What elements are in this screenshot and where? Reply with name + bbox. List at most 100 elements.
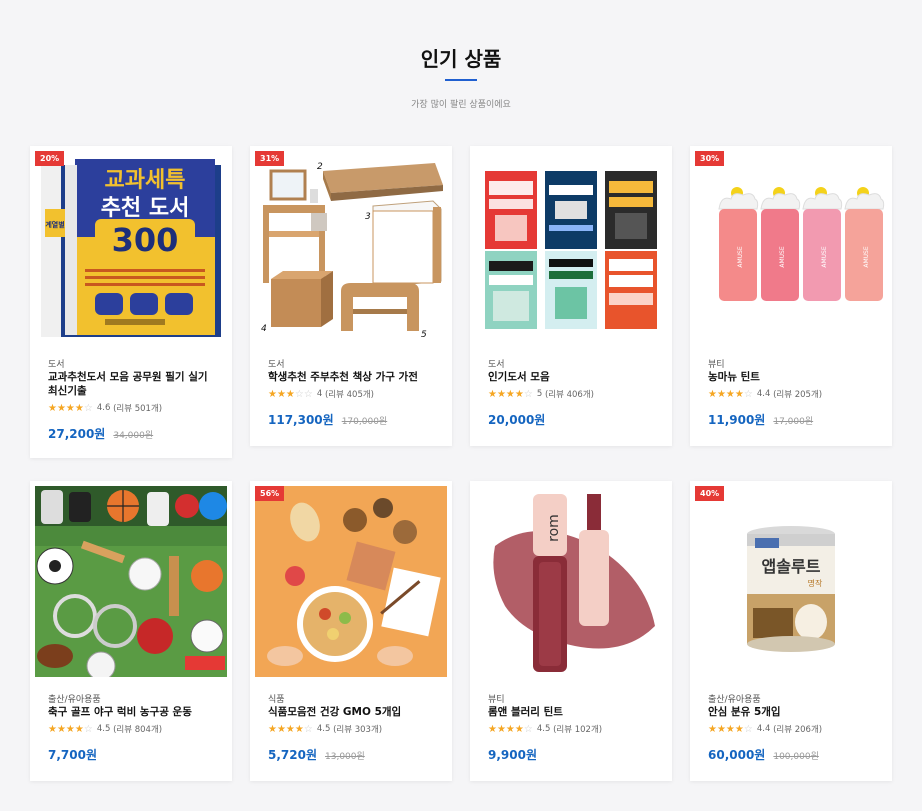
review-count: (리뷰 303개) <box>333 725 383 735</box>
product-price: 27,200원 34,000원 <box>48 425 153 442</box>
star-rating-icon: ★★★★☆ <box>488 723 533 735</box>
furniture-set-image: 2 3 4 5 <box>255 151 447 342</box>
product-price: 20,000원 <box>488 411 545 428</box>
rating-value: 4.5 <box>96 724 111 734</box>
svg-text:계열별: 계열별 <box>45 220 64 229</box>
product-rating: ★★★★☆ 4.5 (리뷰 102개) <box>488 723 603 736</box>
discount-badge: 31% <box>255 151 285 166</box>
title-underline <box>445 79 477 81</box>
rating-value: 4.4 <box>756 389 771 399</box>
product-category: 출산/유아용품 <box>708 695 761 705</box>
original-price: 13,000원 <box>325 752 365 762</box>
svg-text:추천 도서: 추천 도서 <box>101 196 190 221</box>
review-count: (리뷰 406개) <box>544 390 594 400</box>
svg-text:명작: 명작 <box>808 578 823 588</box>
product-rating: ★★★★☆ 4.4 (리뷰 206개) <box>708 723 823 736</box>
sale-price: 11,900원 <box>708 413 766 427</box>
discount-badge: 56% <box>255 486 285 501</box>
book-collection-image <box>475 151 667 342</box>
sale-price: 60,000원 <box>708 748 766 762</box>
product-card[interactable]: 도서 인기도서 모음 ★★★★☆ 5 (리뷰 406개) 20,000원 <box>470 146 672 446</box>
product-category: 출산/유아용품 <box>48 695 101 705</box>
product-name[interactable]: 농마뉴 틴트 <box>708 370 878 384</box>
svg-text:5: 5 <box>421 330 427 340</box>
textbook-cover-image: 교과세특 추천 도서 300 계열별 <box>35 151 227 342</box>
product-name[interactable]: 롬앤 블러리 틴트 <box>488 705 658 719</box>
review-count: (리뷰 102개) <box>553 725 603 735</box>
section-title: 인기 상품 <box>420 47 502 71</box>
product-price: 11,900원 17,000원 <box>708 411 813 428</box>
original-price: 100,000원 <box>773 752 819 762</box>
star-rating-icon: ★★★☆☆ <box>268 388 313 400</box>
product-category: 식품 <box>268 695 285 705</box>
svg-text:앱솔루트: 앱솔루트 <box>762 557 821 576</box>
product-price: 7,700원 <box>48 746 97 763</box>
original-price: 17,000원 <box>773 417 814 427</box>
rating-value: 4.6 <box>96 403 111 413</box>
product-category: 도서 <box>488 360 505 370</box>
svg-text:AMUSE: AMUSE <box>863 246 870 267</box>
original-price: 170,000원 <box>341 417 388 427</box>
original-price: 34,000원 <box>113 431 154 441</box>
sale-price: 9,900원 <box>488 748 537 762</box>
product-category: 뷰티 <box>488 695 505 705</box>
product-card[interactable]: AMUSE AMUSE AMUSE AMUSE 30% 뷰티 농마뉴 틴트 ★★… <box>690 146 892 446</box>
lip-tint-image: rom <box>475 486 667 677</box>
svg-text:AMUSE: AMUSE <box>737 246 744 267</box>
product-category: 도서 <box>268 360 285 370</box>
sports-balls-image <box>35 486 227 677</box>
svg-text:AMUSE: AMUSE <box>779 246 786 267</box>
product-name[interactable]: 학생추천 주부추천 책상 가구 가전 <box>268 370 438 384</box>
product-rating: ★★★★☆ 4.5 (리뷰 303개) <box>268 723 383 736</box>
sale-price: 7,700원 <box>48 748 97 762</box>
svg-text:교과세특: 교과세특 <box>105 168 186 193</box>
product-category: 뷰티 <box>708 360 725 370</box>
review-count: (리뷰 206개) <box>773 725 823 735</box>
product-card[interactable]: 56% 식품 식품모음전 건강 GMO 5개입 ★★★★☆ 4.5 (리뷰 30… <box>250 481 452 781</box>
rating-value: 4.4 <box>756 724 771 734</box>
product-price: 9,900원 <box>488 746 537 763</box>
svg-text:AMUSE: AMUSE <box>821 246 828 267</box>
rating-value: 4.5 <box>536 724 551 734</box>
review-count: (리뷰 405개) <box>324 390 374 400</box>
product-rating: ★★★☆☆ 4 (리뷰 405개) <box>268 388 374 401</box>
product-card[interactable]: 2 3 4 5 31% 도서 학생추천 주부추천 책상 가구 가전 ★★★☆☆ … <box>250 146 452 446</box>
product-category: 도서 <box>48 360 65 370</box>
star-rating-icon: ★★★★☆ <box>708 723 753 735</box>
discount-badge: 30% <box>695 151 725 166</box>
review-count: (리뷰 501개) <box>113 404 163 414</box>
product-card[interactable]: 교과세특 추천 도서 300 계열별 20% 도서 교과추천도서 모음 공무원 … <box>30 146 232 458</box>
section-subtitle: 가장 많이 팔린 상품이에요 <box>411 100 511 110</box>
product-card[interactable]: 앱솔루트 명작 40% 출산/유아용품 안심 분유 5개입 ★★★★☆ 4.4 … <box>690 481 892 781</box>
product-rating: ★★★★☆ 5 (리뷰 406개) <box>488 388 594 401</box>
discount-badge: 40% <box>695 486 725 501</box>
svg-text:4: 4 <box>261 324 267 334</box>
product-name[interactable]: 인기도서 모음 <box>488 370 658 384</box>
svg-text:rom: rom <box>546 514 562 542</box>
rating-value: 4.5 <box>316 724 331 734</box>
svg-text:3: 3 <box>365 212 371 222</box>
product-name[interactable]: 안심 분유 5개입 <box>708 705 878 719</box>
product-card[interactable]: 출산/유아용품 축구 골프 야구 럭비 농구공 운동 ★★★★☆ 4.5 (리뷰… <box>30 481 232 781</box>
product-name[interactable]: 교과추천도서 모음 공무원 필기 실기 최신기출 <box>48 370 218 398</box>
rating-value: 5 <box>536 389 543 399</box>
product-price: 117,300원 170,000원 <box>268 411 387 428</box>
product-name[interactable]: 축구 골프 야구 럭비 농구공 운동 <box>48 705 218 719</box>
product-rating: ★★★★☆ 4.6 (리뷰 501개) <box>48 402 163 415</box>
product-name[interactable]: 식품모음전 건강 GMO 5개입 <box>268 705 438 719</box>
svg-text:2: 2 <box>317 162 323 172</box>
tint-bottles-image: AMUSE AMUSE AMUSE AMUSE <box>695 151 887 342</box>
review-count: (리뷰 804개) <box>113 725 163 735</box>
product-rating: ★★★★☆ 4.5 (리뷰 804개) <box>48 723 163 736</box>
discount-badge: 20% <box>35 151 65 166</box>
review-count: (리뷰 205개) <box>773 390 823 400</box>
product-price: 60,000원 100,000원 <box>708 746 819 763</box>
svg-text:300: 300 <box>112 221 179 259</box>
sale-price: 117,300원 <box>268 413 334 427</box>
star-rating-icon: ★★★★☆ <box>708 388 753 400</box>
star-rating-icon: ★★★★☆ <box>488 388 533 400</box>
product-card[interactable]: rom 뷰티 롬앤 블러리 틴트 ★★★★☆ 4.5 (리뷰 102개) 9,9… <box>470 481 672 781</box>
product-price: 5,720원 13,000원 <box>268 746 365 763</box>
star-rating-icon: ★★★★☆ <box>268 723 313 735</box>
sale-price: 20,000원 <box>488 413 546 427</box>
